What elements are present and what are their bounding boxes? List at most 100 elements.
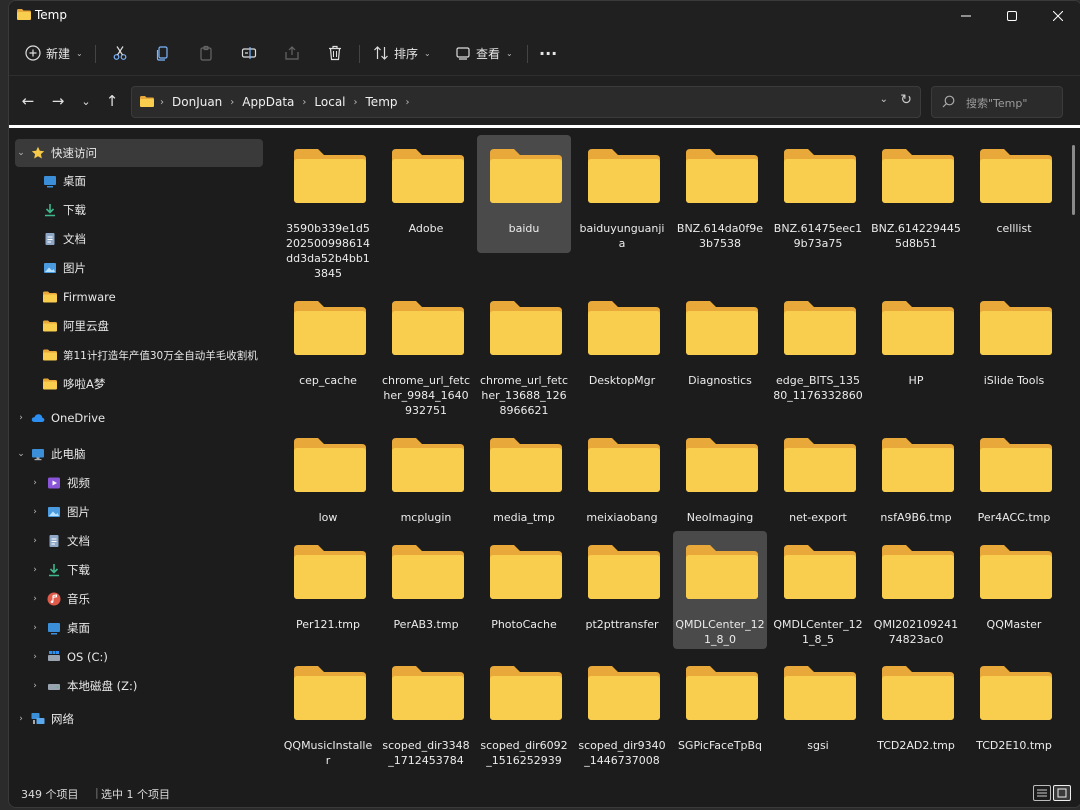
new-button[interactable]: 新建 ⌄ [25, 40, 83, 66]
folder-item[interactable]: net-export [771, 424, 865, 542]
paste-button[interactable] [198, 40, 214, 66]
large-icons-view-button[interactable] [1053, 785, 1071, 801]
scrollbar-thumb[interactable] [1072, 145, 1075, 215]
folder-item[interactable]: sgsi [771, 652, 865, 770]
folder-item[interactable]: BNZ.614da0f9e3b7538 [673, 135, 767, 253]
refresh-icon[interactable]: ↻ [900, 92, 912, 108]
details-view-button[interactable] [1033, 785, 1051, 801]
copy-button[interactable] [155, 40, 171, 66]
minimize-button[interactable] [943, 1, 989, 31]
sidebar-item-firmware[interactable]: Firmware [15, 283, 291, 311]
folder-item[interactable]: mcplugin [379, 424, 473, 542]
sidebar-item-doraemon[interactable]: 哆啦A梦 [15, 370, 291, 398]
folder-item[interactable]: cep_cache [281, 287, 375, 405]
back-button[interactable]: ← [17, 90, 39, 112]
forward-button[interactable]: → [47, 90, 69, 112]
folder-item[interactable]: BNZ.61475eec19b73a75 [771, 135, 865, 253]
breadcrumb-item[interactable]: AppData [242, 95, 294, 109]
sidebar-item-documents[interactable]: 文档 📌 [15, 225, 291, 253]
folder-item[interactable]: Per4ACC.tmp [967, 424, 1061, 542]
sidebar-item-drive-c[interactable]: › OS (C:) [15, 643, 277, 671]
folder-item[interactable]: QQMusicInstaller [281, 652, 375, 770]
sidebar-item-videos[interactable]: › 视频 [15, 469, 277, 497]
folder-item[interactable]: meixiaobang [575, 424, 669, 542]
folder-item[interactable]: pt2pttransfer [575, 531, 669, 649]
chevron-right-icon[interactable]: › [29, 681, 41, 691]
sidebar-item-pictures[interactable]: 图片 📌 [15, 254, 291, 282]
chevron-right-icon[interactable]: › [29, 594, 41, 604]
chevron-right-icon[interactable]: › [15, 413, 27, 423]
close-button[interactable] [1035, 1, 1080, 31]
chevron-right-icon[interactable]: › [29, 536, 41, 546]
sidebar-item-quick-access[interactable]: ⌄ 快速访问 [15, 139, 263, 167]
rename-button[interactable] [241, 40, 257, 66]
share-button[interactable] [284, 40, 300, 66]
sidebar-item-pc-pictures[interactable]: › 图片 [15, 498, 277, 526]
sidebar-item-this-pc[interactable]: ⌄ 此电脑 [15, 440, 263, 468]
folder-item[interactable]: BNZ.6142294455d8b51 [869, 135, 963, 253]
sidebar-item-desktop[interactable]: 桌面 📌 [15, 167, 291, 195]
sidebar-item-pc-documents[interactable]: › 文档 [15, 527, 277, 555]
chevron-right-icon[interactable]: › [29, 565, 41, 575]
sidebar-item-drive-z[interactable]: › 本地磁盘 (Z:) [15, 672, 277, 700]
sidebar-item-project-folder[interactable]: 第11计打造年产值30万全自动羊毛收割机 [15, 341, 291, 369]
folder-item[interactable]: DesktopMgr [575, 287, 669, 405]
maximize-button[interactable] [989, 1, 1035, 31]
folder-item[interactable]: PhotoCache [477, 531, 571, 649]
chevron-down-icon[interactable]: ⌄ [15, 449, 27, 459]
up-button[interactable]: ↑ [101, 90, 123, 112]
folder-item[interactable]: baidu [477, 135, 571, 253]
chevron-right-icon[interactable]: › [15, 714, 27, 724]
folder-item[interactable]: TCD2AD2.tmp [869, 652, 963, 770]
sidebar-item-aliyun[interactable]: 阿里云盘 [15, 312, 291, 340]
recent-locations-button[interactable]: ⌄ [75, 90, 97, 112]
chevron-right-icon[interactable]: › [29, 623, 41, 633]
folder-item[interactable]: chrome_url_fetcher_13688_1268966621 [477, 287, 571, 417]
folder-item[interactable]: QMDLCenter_121_8_5 [771, 531, 865, 649]
folder-item[interactable]: Adobe [379, 135, 473, 253]
delete-button[interactable] [327, 40, 343, 66]
folder-item[interactable]: SGPicFaceTpBq [673, 652, 767, 770]
address-bar[interactable]: › DonJuan › AppData › Local › Temp › ⌄ ↻ [131, 86, 921, 118]
folder-item[interactable]: celllist [967, 135, 1061, 253]
folder-item[interactable]: scoped_dir6092_1516252939 [477, 652, 571, 770]
folder-item[interactable]: QMDLCenter_121_8_0 [673, 531, 767, 649]
more-options-button[interactable]: ··· [539, 40, 557, 66]
folder-item[interactable]: low [281, 424, 375, 542]
sort-button[interactable]: 排序 ⌄ [373, 40, 431, 66]
breadcrumb-item[interactable]: DonJuan [172, 95, 222, 109]
folder-item[interactable]: PerAB3.tmp [379, 531, 473, 649]
folder-item[interactable]: chrome_url_fetcher_9984_1640932751 [379, 287, 473, 417]
chevron-right-icon[interactable]: › [29, 478, 41, 488]
folder-item[interactable]: QQMaster [967, 531, 1061, 649]
search-box[interactable]: 搜索"Temp" [931, 86, 1063, 118]
chevron-right-icon[interactable]: › [29, 652, 41, 662]
folder-item[interactable]: scoped_dir9340_1446737008 [575, 652, 669, 770]
folder-item[interactable]: scoped_dir3348_1712453784 [379, 652, 473, 770]
chevron-right-icon[interactable]: › [29, 507, 41, 517]
chevron-down-icon[interactable]: ⌄ [15, 148, 27, 158]
folder-item[interactable]: baiduyunguanjia [575, 135, 669, 253]
sidebar-item-music[interactable]: › 音乐 [15, 585, 277, 613]
folder-item[interactable]: NeoImaging [673, 424, 767, 542]
folder-item[interactable]: HP [869, 287, 963, 405]
sidebar-item-downloads[interactable]: 下载 📌 [15, 196, 291, 224]
sidebar-item-network[interactable]: › 网络 [15, 705, 263, 733]
folder-item[interactable]: edge_BITS_13580_1176332860 [771, 287, 865, 405]
cut-button[interactable] [112, 40, 128, 66]
folder-item[interactable]: iSlide Tools [967, 287, 1061, 405]
sidebar-item-pc-desktop[interactable]: › 桌面 [15, 614, 277, 642]
view-button[interactable]: 查看 ⌄ [455, 40, 513, 66]
folder-item[interactable]: Diagnostics [673, 287, 767, 405]
sidebar-item-pc-downloads[interactable]: › 下载 [15, 556, 277, 584]
breadcrumb-item[interactable]: Temp [366, 95, 398, 109]
sidebar-item-onedrive[interactable]: › OneDrive [15, 404, 263, 432]
breadcrumb-item[interactable]: Local [314, 95, 345, 109]
folder-item[interactable]: Per121.tmp [281, 531, 375, 649]
folder-item[interactable]: 3590b339e1d5202500998614dd3da52b4bb13845 [281, 135, 375, 280]
folder-item[interactable]: QMI20210924174823ac0 [869, 531, 963, 649]
chevron-down-icon[interactable]: ⌄ [880, 94, 888, 105]
folder-item[interactable]: media_tmp [477, 424, 571, 542]
folder-item[interactable]: nsfA9B6.tmp [869, 424, 963, 542]
folder-item[interactable]: TCD2E10.tmp [967, 652, 1061, 770]
